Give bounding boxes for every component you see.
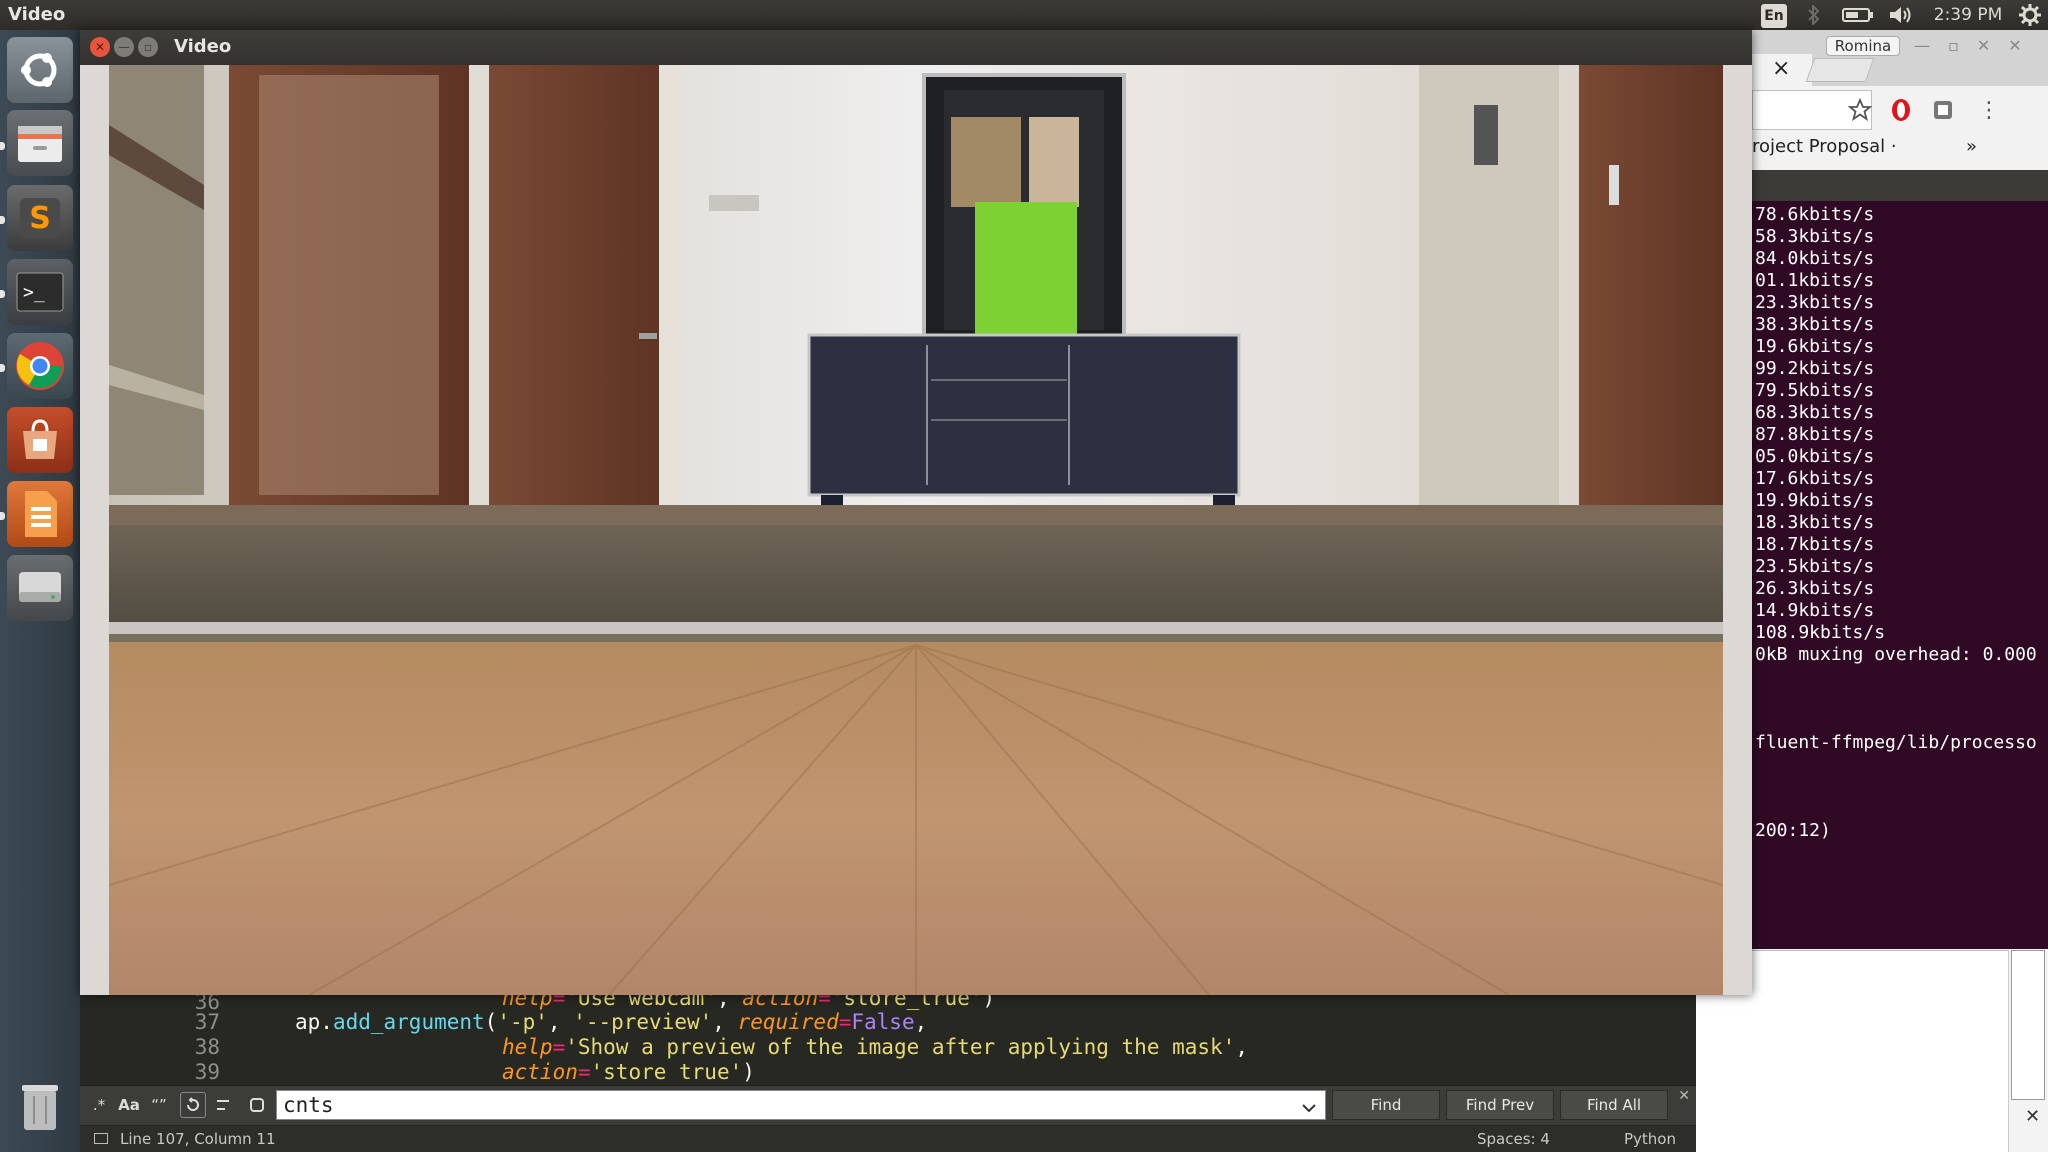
running-indicator [0,364,5,372]
top-panel: Video En 2:39 PM [0,0,2048,30]
terminal-line: 200:12) [1755,820,1831,841]
maximize-icon[interactable]: ▫ [138,37,158,57]
terminal-line: 19.9kbits/s [1755,490,1875,511]
bookmark-item[interactable]: roject Proposal · [1752,136,1897,157]
impress-icon[interactable] [7,481,73,547]
terminal-line: 23.5kbits/s [1755,556,1875,577]
clock[interactable]: 2:39 PM [1928,3,2008,27]
running-indicator [0,216,5,224]
find-prev-button[interactable]: Find Prev [1446,1090,1554,1120]
close-find-icon[interactable]: ✕ [1678,1088,1690,1104]
chevron-down-icon[interactable] [1302,1098,1316,1117]
svg-text:>_: >_ [23,282,45,303]
regex-toggle[interactable]: .* [86,1092,112,1118]
terminal-line: 14.9kbits/s [1755,600,1875,621]
terminal-icon[interactable]: >_ [7,259,73,325]
terminal-line: 19.6kbits/s [1755,336,1875,357]
highlight-matches-icon[interactable] [244,1092,270,1118]
trash-icon[interactable] [7,1073,73,1139]
running-indicator [0,290,5,298]
line-number: 37 [194,1010,220,1034]
close-icon[interactable]: ✕ [2025,1106,2040,1127]
chrome-profile-button[interactable]: Romina [1826,36,1900,56]
find-all-button[interactable]: Find All [1560,1090,1668,1120]
close-icon[interactable]: ✕ [90,37,110,57]
terminal-tab-header [1752,170,2048,202]
line-number: 38 [194,1035,220,1059]
code-line-37: ap.add_argument('-p', '--preview', requi… [295,1010,928,1034]
whole-word-toggle[interactable]: “” [146,1092,172,1118]
status-bar: Line 107, Column 11 Spaces: 4 Python [80,1126,1696,1152]
terminal-line: 0kB muxing overhead: 0.000 [1755,644,2037,665]
window-title: Video [174,36,232,57]
terminal-line: 23.3kbits/s [1755,292,1875,313]
find-button[interactable]: Find [1332,1090,1440,1120]
terminal-line: 18.3kbits/s [1755,512,1875,533]
cursor-position: Line 107, Column 11 [120,1130,276,1148]
terminal-line: 05.0kbits/s [1755,446,1875,467]
chrome-window-controls: — ▫ ✕ ✕ [1914,36,2044,58]
terminal-line: 01.1kbits/s [1755,270,1875,291]
active-app-title: Video [8,4,66,25]
wrap-icon[interactable] [180,1092,206,1118]
terminal-line: 26.3kbits/s [1755,578,1875,599]
syntax-setting[interactable]: Python [1624,1130,1676,1148]
bluetooth-icon[interactable] [1800,3,1828,27]
line-number: 39 [194,1060,220,1084]
volume-icon[interactable] [1884,3,1918,27]
terminal-line: 18.7kbits/s [1755,534,1875,555]
in-selection-icon[interactable] [210,1092,236,1118]
code-line-38: help='Show a preview of the image after … [502,1035,1248,1059]
bookmarks-overflow[interactable]: » [1966,136,1977,157]
bookmark-star-icon[interactable] [1847,97,1873,126]
minimize-icon[interactable]: — [1914,36,1930,58]
terminal-line: 78.6kbits/s [1755,204,1875,225]
close-icon[interactable]: ✕ [2008,36,2021,58]
code-line-39: action='store true') [502,1060,755,1084]
indentation-setting[interactable]: Spaces: 4 [1477,1130,1550,1148]
camera-frame-image [109,65,1723,995]
running-indicator [0,512,5,520]
panel-toggle-icon[interactable] [94,1133,108,1144]
terminal-line: 38.3kbits/s [1755,314,1875,335]
terminal-line: 79.5kbits/s [1755,380,1875,401]
svg-text:S: S [29,201,51,236]
terminal-line: 84.0kbits/s [1755,248,1875,269]
bookmarks-bar: roject Proposal · » [1752,136,2048,158]
video-window: ✕ — ▫ Video [80,30,1752,995]
case-toggle[interactable]: Aa [116,1092,142,1118]
chrome-menu-icon[interactable]: ⋮ [1978,98,2000,123]
ubuntu-dash-icon[interactable] [7,37,73,103]
terminal-line: 68.3kbits/s [1755,402,1875,423]
chrome-icon[interactable] [7,333,73,399]
chrome-scrollbar[interactable]: ✕ [2008,950,2048,1152]
terminal-line: fluent-ffmpeg/lib/processo [1755,732,2037,753]
video-frame[interactable] [109,65,1723,995]
extension-icon[interactable] [1932,99,1954,125]
keyboard-indicator[interactable]: En [1761,4,1787,28]
terminal-line: 87.8kbits/s [1755,424,1875,445]
close-icon[interactable]: ✕ [1977,36,1990,58]
find-input[interactable] [276,1090,1326,1120]
disk-icon[interactable] [7,555,73,621]
terminal-output[interactable]: 78.6kbits/s 58.3kbits/s 84.0kbits/s 01.1kbi… [1752,201,2048,949]
maximize-icon[interactable]: ▫ [1948,36,1959,58]
terminal-line: 17.6kbits/s [1755,468,1875,489]
terminal-line: 99.2kbits/s [1755,358,1875,379]
scroll-thumb[interactable] [2011,950,2045,1100]
running-indicator [0,142,5,150]
terminal-line: 58.3kbits/s [1755,226,1875,247]
battery-icon[interactable] [1838,3,1878,27]
opera-extension-icon[interactable] [1890,98,1912,126]
sublime-text-icon[interactable]: S [7,185,73,251]
tab-close-icon[interactable]: × [1772,56,1790,81]
files-icon[interactable] [7,110,73,176]
window-titlebar[interactable]: ✕ — ▫ Video [80,30,1752,65]
launcher: S >_ [0,30,80,1152]
minimize-icon[interactable]: — [114,37,134,57]
terminal-line: 108.9kbits/s [1755,622,1886,643]
software-center-icon[interactable] [7,407,73,473]
new-tab-button[interactable] [1805,58,1875,82]
gear-icon[interactable] [2016,3,2044,27]
